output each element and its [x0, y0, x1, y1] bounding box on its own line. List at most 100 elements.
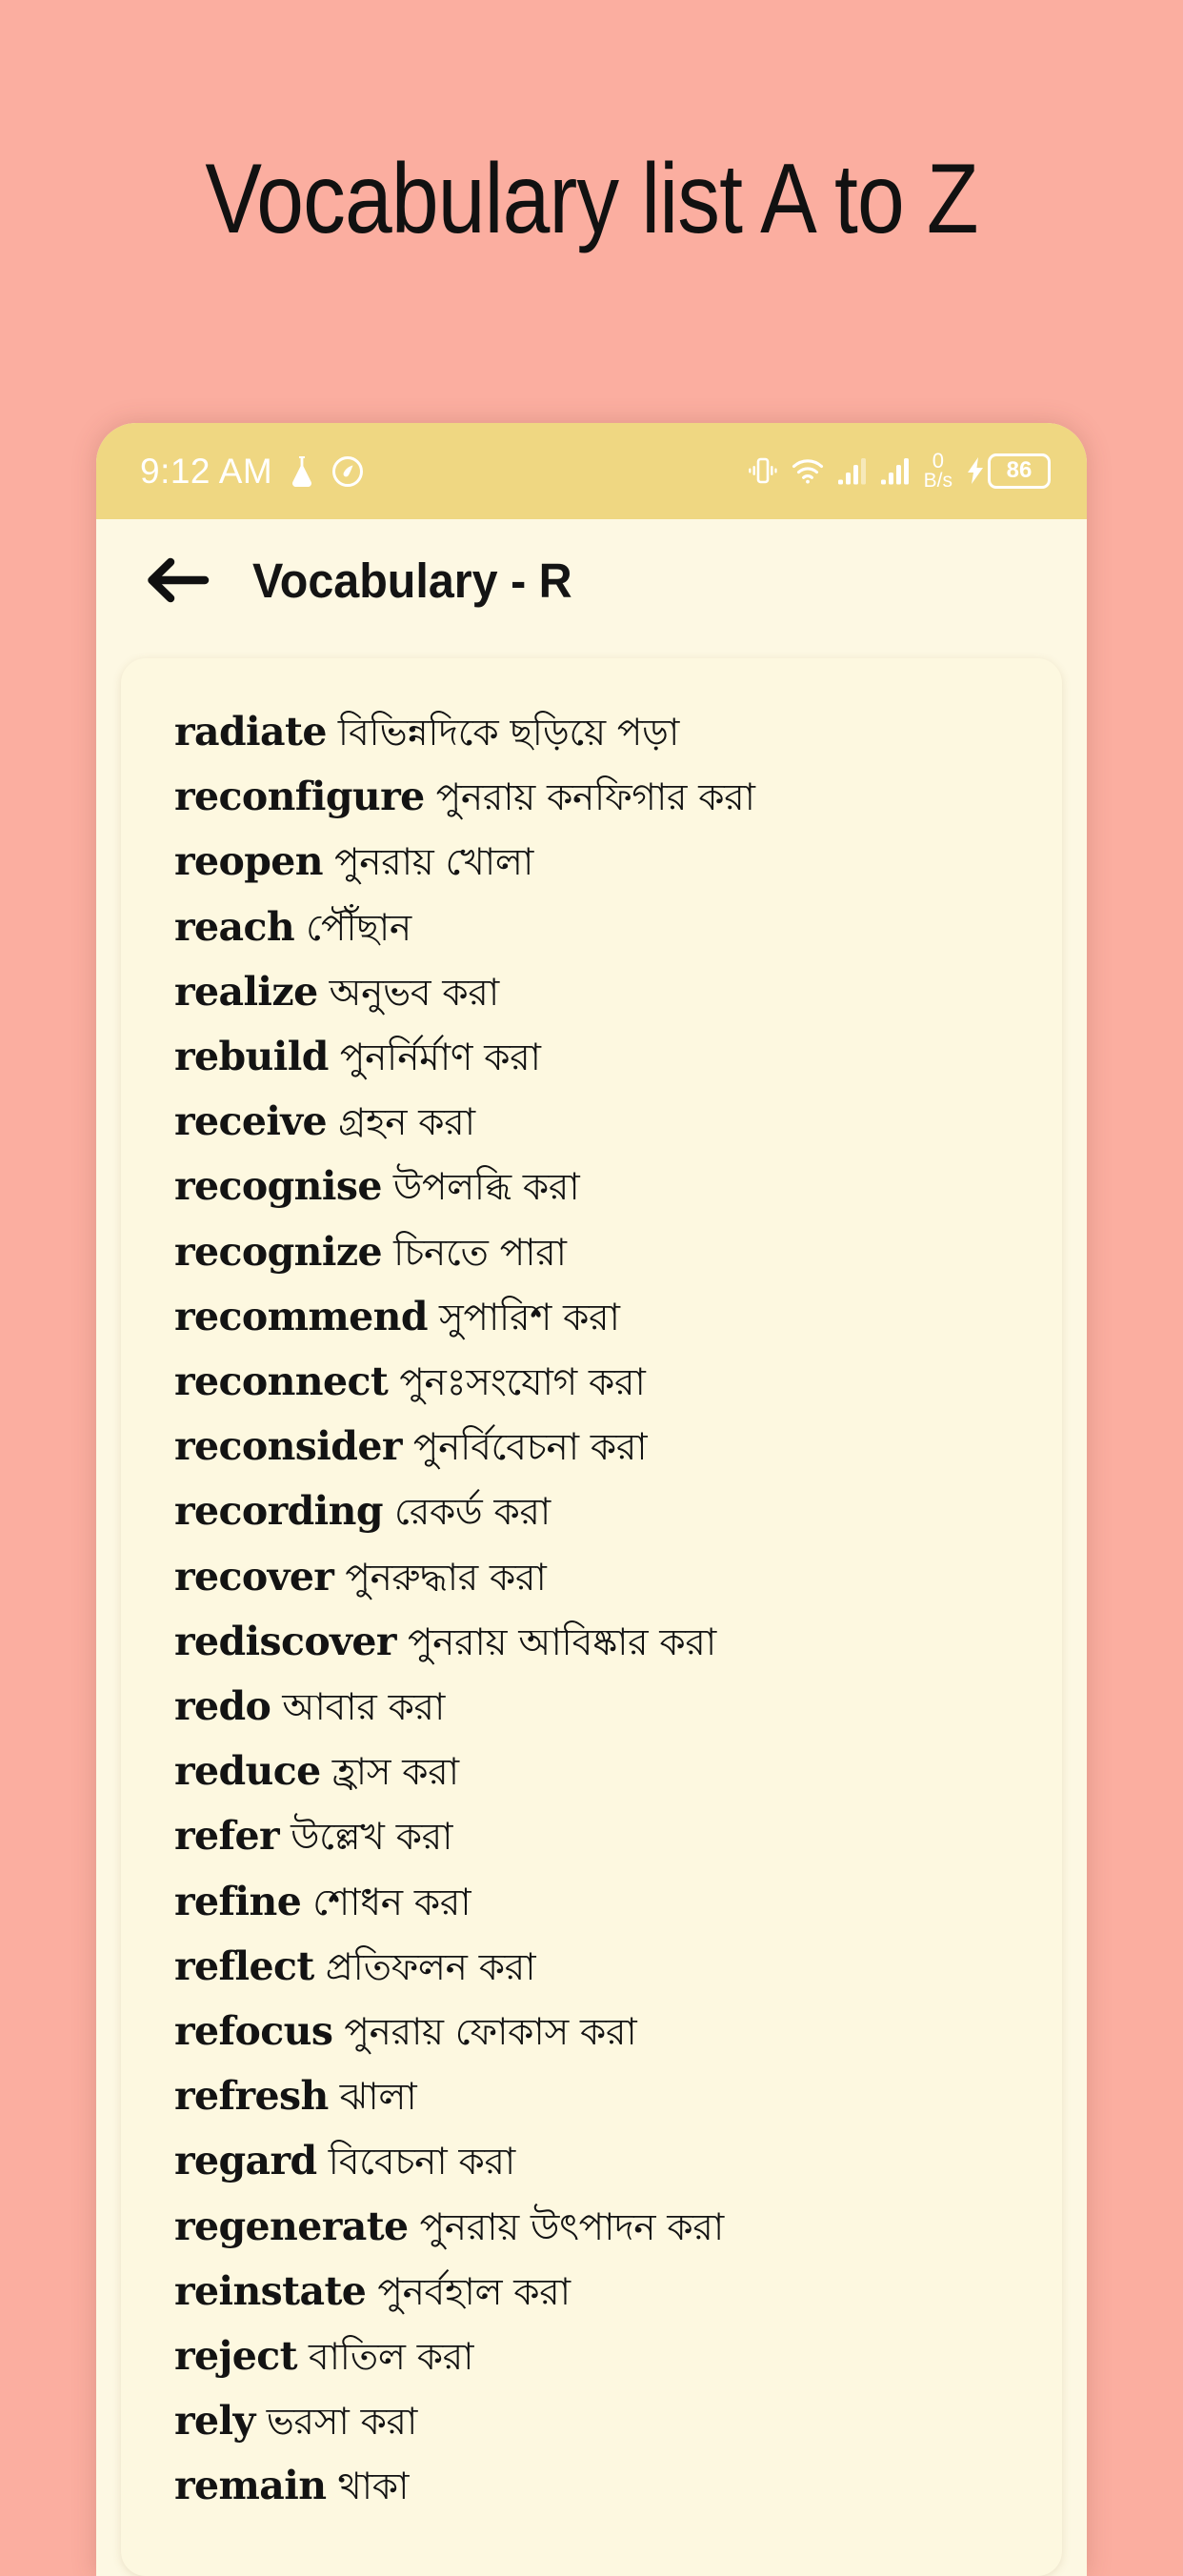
- vocabulary-word-bn: অনুভব করা: [317, 971, 499, 1015]
- vocabulary-word-en: recording: [174, 1488, 384, 1535]
- vocabulary-word-en: reinstate: [174, 2267, 367, 2314]
- vocabulary-word-en: refresh: [174, 2073, 329, 2120]
- list-item[interactable]: refer উল্লেখ করা: [174, 1804, 1033, 1869]
- list-item[interactable]: realize অনুভব করা: [174, 960, 1033, 1025]
- status-clock: 9:12 AM: [140, 452, 273, 491]
- list-item[interactable]: reject বাতিল করা: [174, 2324, 1033, 2389]
- list-item[interactable]: recording রেকর্ড করা: [174, 1479, 1033, 1544]
- vocabulary-word-bn: পুনঃসংযোগ করা: [388, 1361, 646, 1405]
- battery-level: 86: [988, 453, 1051, 489]
- list-item[interactable]: reduce হ্রাস করা: [174, 1740, 1033, 1804]
- vocabulary-word-bn: আবার করা: [271, 1686, 446, 1730]
- list-item[interactable]: regenerate পুনরায় উৎপাদন করা: [174, 2195, 1033, 2260]
- vocabulary-word-en: reject: [174, 2333, 298, 2380]
- list-item[interactable]: refine শোধন করা: [174, 1870, 1033, 1935]
- vocabulary-word-en: refine: [174, 1878, 302, 1924]
- page-title: Vocabulary list A to Z: [205, 144, 978, 254]
- list-item[interactable]: rebuild পুনর্নির্মাণ করা: [174, 1025, 1033, 1090]
- list-item[interactable]: radiate বিভিন্নদিকে ছড়িয়ে পড়া: [174, 700, 1033, 765]
- vocabulary-word-en: reconfigure: [174, 774, 425, 820]
- vocabulary-word-en: remain: [174, 2463, 327, 2509]
- vocabulary-word-bn: চিনতে পারা: [382, 1231, 567, 1275]
- vocabulary-word-en: reach: [174, 903, 295, 950]
- back-arrow-icon[interactable]: [146, 553, 211, 607]
- list-item[interactable]: recognize চিনতে পারা: [174, 1220, 1033, 1285]
- list-item[interactable]: reopen পুনরায় খোলা: [174, 830, 1033, 895]
- vocabulary-word-en: receive: [174, 1098, 328, 1145]
- signal-bars-icon-2: [880, 455, 911, 486]
- phone-mockup: 9:12 AM 0 B/s 86 Vocabulary - R radiate …: [96, 423, 1087, 2576]
- app-bar: Vocabulary - R: [96, 519, 1087, 641]
- vocabulary-word-bn: শোধন করা: [301, 1881, 471, 1924]
- status-bar-right: 0 B/s 86: [748, 451, 1051, 491]
- vocabulary-word-en: recommend: [174, 1293, 429, 1339]
- list-container: radiate বিভিন্নদিকে ছড়িয়ে পড়া reconfig…: [96, 641, 1087, 2576]
- vocabulary-word-bn: পুনর্বিবেচনা করা: [401, 1426, 648, 1470]
- vocabulary-word-en: reopen: [174, 838, 324, 885]
- list-item[interactable]: reconnect পুনঃসংযোগ করা: [174, 1350, 1033, 1415]
- wifi-icon: [791, 456, 825, 485]
- vibrate-icon: [748, 454, 778, 487]
- vocabulary-word-bn: পুনর্বহাল করা: [366, 2270, 571, 2314]
- vocabulary-word-en: rebuild: [174, 1034, 329, 1080]
- vocabulary-word-en: reconsider: [174, 1423, 402, 1470]
- status-bar: 9:12 AM 0 B/s 86: [96, 423, 1087, 519]
- list-item[interactable]: reconfigure পুনরায় কনফিগার করা: [174, 765, 1033, 830]
- vocabulary-word-bn: সুপারিশ করা: [427, 1296, 620, 1339]
- vocabulary-word-bn: বিবেচনা করা: [316, 2141, 516, 2184]
- vocabulary-word-en: rediscover: [174, 1618, 396, 1664]
- circle-app-icon: [331, 455, 364, 488]
- list-item[interactable]: receive গ্রহন করা: [174, 1090, 1033, 1155]
- vocabulary-word-en: redo: [174, 1683, 271, 1730]
- list-item[interactable]: reach পৌঁছান: [174, 896, 1033, 960]
- vocabulary-word-en: refer: [174, 1813, 280, 1860]
- vocabulary-word-bn: বিভিন্নদিকে ছড়িয়ে পড়া: [326, 712, 679, 755]
- vocabulary-card: radiate বিভিন্নদিকে ছড়িয়ে পড়া reconfig…: [121, 658, 1062, 2576]
- list-item[interactable]: reflect প্রতিফলন করা: [174, 1935, 1033, 2000]
- vocabulary-word-en: refocus: [174, 2008, 333, 2055]
- vocabulary-word-en: radiate: [174, 709, 327, 755]
- vocabulary-word-bn: পুনরায় উৎপাদন করা: [408, 2205, 725, 2249]
- vocabulary-word-bn: পুনর্নির্মাণ করা: [328, 1036, 541, 1080]
- vocabulary-word-en: recover: [174, 1553, 334, 1600]
- vocabulary-word-bn: পৌঁছান: [294, 906, 411, 950]
- list-item[interactable]: regard বিবেচনা করা: [174, 2129, 1033, 2194]
- vocabulary-word-en: regenerate: [174, 2203, 409, 2249]
- vocabulary-word-bn: ভরসা করা: [254, 2401, 418, 2445]
- vocabulary-word-bn: গ্রহন করা: [327, 1101, 475, 1145]
- list-item[interactable]: rediscover পুনরায় আবিষ্কার করা: [174, 1610, 1033, 1675]
- flask-icon: [288, 454, 316, 489]
- vocabulary-word-en: reflect: [174, 1942, 314, 1989]
- network-speed: 0 B/s: [924, 451, 952, 491]
- vocabulary-word-en: rely: [174, 2398, 255, 2445]
- list-item[interactable]: reconsider পুনর্বিবেচনা করা: [174, 1415, 1033, 1479]
- vocabulary-word-bn: পুনরায় ফোকাস করা: [332, 2011, 637, 2055]
- list-item[interactable]: refocus পুনরায় ফোকাস করা: [174, 2000, 1033, 2064]
- vocabulary-list[interactable]: radiate বিভিন্নদিকে ছড়িয়ে পড়া reconfig…: [121, 700, 1062, 2520]
- vocabulary-word-bn: হ্রাস করা: [320, 1751, 459, 1795]
- battery-indicator: 86: [966, 453, 1051, 489]
- vocabulary-word-bn: পুনরায় কনফিগার করা: [424, 776, 755, 820]
- vocabulary-word-en: realize: [174, 968, 318, 1015]
- status-bar-left: 9:12 AM: [140, 453, 364, 489]
- vocabulary-word-bn: প্রতিফলন করা: [313, 1945, 536, 1989]
- list-item[interactable]: reinstate পুনর্বহাল করা: [174, 2260, 1033, 2324]
- vocabulary-word-en: reduce: [174, 1748, 321, 1795]
- list-item[interactable]: rely ভরসা করা: [174, 2389, 1033, 2454]
- list-item[interactable]: recover পুনরুদ্ধার করা: [174, 1545, 1033, 1610]
- signal-bars-icon-1: [837, 455, 868, 486]
- vocabulary-word-en: recognise: [174, 1163, 382, 1210]
- app-bar-title: Vocabulary - R: [252, 553, 572, 608]
- vocabulary-word-bn: থাকা: [326, 2465, 410, 2509]
- list-item[interactable]: refresh ঝালা: [174, 2064, 1033, 2129]
- vocabulary-word-bn: পুনরায় খোলা: [323, 841, 533, 885]
- list-item[interactable]: recommend সুপারিশ করা: [174, 1285, 1033, 1350]
- list-item[interactable]: redo আবার করা: [174, 1675, 1033, 1740]
- list-item[interactable]: remain থাকা: [174, 2454, 1033, 2519]
- vocabulary-word-bn: বাতিল করা: [296, 2336, 474, 2380]
- vocabulary-word-en: reconnect: [174, 1358, 389, 1405]
- list-item[interactable]: recognise উপলব্ধি করা: [174, 1155, 1033, 1219]
- vocabulary-word-bn: পুনরুদ্ধার করা: [333, 1556, 547, 1600]
- vocabulary-word-bn: পুনরায় আবিষ্কার করা: [395, 1620, 716, 1664]
- vocabulary-word-en: recognize: [174, 1228, 383, 1275]
